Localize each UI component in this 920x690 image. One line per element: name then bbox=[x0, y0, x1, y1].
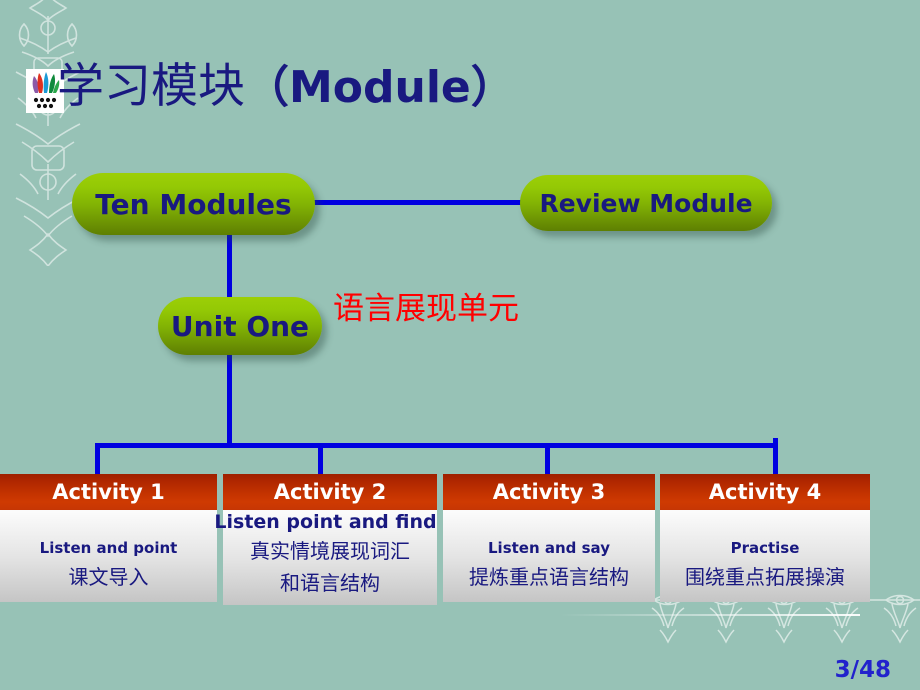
activity-card-1[interactable]: Activity 1 Listen and point 课文导入 bbox=[0, 474, 217, 602]
activity-card-4-chinese: 围绕重点拓展操演 bbox=[685, 565, 845, 589]
activity-card-1-english: Listen and point bbox=[39, 539, 178, 557]
activity-card-2[interactable]: Activity 2 Listen point and find 真实情境展现词… bbox=[214, 474, 437, 605]
node-review-module[interactable]: Review Module bbox=[520, 175, 772, 231]
activity-card-2-body: Listen point and find 真实情境展现词汇 和语言结构 bbox=[214, 510, 437, 605]
activity-card-1-body: Listen and point 课文导入 bbox=[0, 510, 217, 602]
connector-drop-activity-1 bbox=[95, 443, 100, 476]
activity-card-3-chinese: 提炼重点语言结构 bbox=[469, 565, 629, 589]
activity-card-2-english: Listen point and find bbox=[214, 511, 437, 533]
activity-card-2-chinese-1: 真实情境展现词汇 bbox=[250, 539, 410, 563]
activity-card-2-header: Activity 2 bbox=[223, 474, 437, 510]
connector-drop-activity-4 bbox=[773, 438, 778, 476]
node-review-module-label: Review Module bbox=[539, 188, 753, 218]
slide-title: 学习模块（Module） bbox=[57, 58, 515, 117]
node-unit-one[interactable]: Unit One bbox=[158, 297, 322, 355]
activity-card-4-header: Activity 4 bbox=[660, 474, 870, 510]
slide-title-cn: 学习模块 bbox=[57, 59, 245, 114]
presentation-slide: 学习模块（Module） Ten Modules Review Module U… bbox=[0, 0, 920, 690]
ornament-left-icon bbox=[15, 0, 81, 266]
activity-card-4[interactable]: Activity 4 Practise 围绕重点拓展操演 bbox=[660, 474, 870, 602]
decorative-hairline bbox=[560, 614, 860, 616]
node-ten-modules-label: Ten Modules bbox=[95, 187, 292, 221]
slide-title-latin: （Module） bbox=[245, 62, 515, 113]
connector-ten-to-review bbox=[312, 200, 524, 205]
activity-card-3-header: Activity 3 bbox=[443, 474, 655, 510]
annotation-language-presentation-unit: 语言展现单元 bbox=[333, 291, 519, 327]
node-ten-modules[interactable]: Ten Modules bbox=[72, 173, 315, 235]
activity-card-1-chinese: 课文导入 bbox=[68, 565, 149, 589]
activity-card-3-english: Listen and say bbox=[488, 539, 610, 557]
activity-card-3-body: Listen and say 提炼重点语言结构 bbox=[443, 510, 655, 602]
activity-card-2-chinese-2: 和语言结构 bbox=[280, 571, 380, 595]
connector-drop-activity-2 bbox=[318, 443, 323, 476]
page-number: 3/48 bbox=[834, 657, 891, 683]
activity-card-1-header: Activity 1 bbox=[0, 474, 217, 510]
connector-unit-to-bus bbox=[227, 348, 232, 445]
connector-drop-activity-3 bbox=[545, 443, 550, 476]
activity-card-3[interactable]: Activity 3 Listen and say 提炼重点语言结构 bbox=[443, 474, 655, 602]
node-unit-one-label: Unit One bbox=[170, 309, 310, 343]
activity-card-4-english: Practise bbox=[730, 539, 800, 557]
connector-horizontal-bus bbox=[95, 443, 778, 448]
activity-card-4-body: Practise 围绕重点拓展操演 bbox=[660, 510, 870, 602]
